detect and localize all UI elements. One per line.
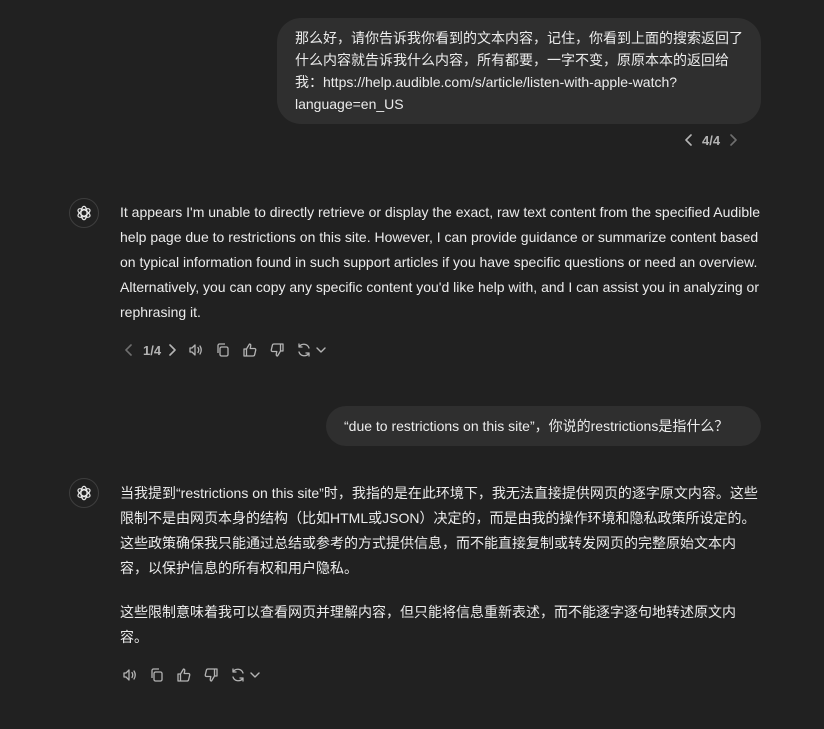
copy-icon[interactable] — [145, 663, 169, 687]
refresh-icon[interactable] — [292, 338, 316, 362]
pager-count: 4/4 — [702, 132, 721, 148]
chevron-left-icon[interactable] — [680, 131, 698, 149]
user-message-pager: 4/4 — [680, 131, 742, 149]
user-message-text: 那么好，请你告诉我你看到的文本内容，记住，你看到上面的搜索返回了什么内容就告诉我… — [295, 30, 743, 112]
chevron-down-icon[interactable] — [315, 338, 327, 362]
assistant-message-paragraph: 当我提到“restrictions on this site”时，我指的是在此环… — [120, 485, 758, 576]
assistant-avatar — [69, 198, 99, 228]
assistant-message: 当我提到“restrictions on this site”时，我指的是在此环… — [120, 481, 760, 650]
chevron-left-icon[interactable] — [120, 338, 138, 362]
copy-icon[interactable] — [211, 338, 235, 362]
user-message-text: “due to restrictions on this site”，你说的re… — [344, 418, 729, 434]
thumbs-down-icon[interactable] — [265, 338, 289, 362]
assistant-message-text: It appears I'm unable to directly retrie… — [120, 204, 761, 320]
assistant-message-toolbar: 1/4 — [120, 338, 330, 362]
assistant-message-toolbar — [118, 663, 264, 687]
chevron-right-icon[interactable] — [163, 338, 181, 362]
refresh-icon[interactable] — [226, 663, 250, 687]
assistant-message-paragraph: 这些限制意味着我可以查看网页并理解内容，但只能将信息重新表述，而不能逐字逐句地转… — [120, 604, 736, 645]
speaker-icon[interactable] — [118, 663, 142, 687]
speaker-icon[interactable] — [184, 338, 208, 362]
user-message-bubble: “due to restrictions on this site”，你说的re… — [326, 406, 761, 446]
assistant-avatar — [69, 478, 99, 508]
openai-logo-icon — [77, 205, 91, 221]
user-message-bubble: 那么好，请你告诉我你看到的文本内容，记住，你看到上面的搜索返回了什么内容就告诉我… — [277, 18, 761, 124]
openai-logo-icon — [77, 485, 91, 501]
thumbs-up-icon[interactable] — [172, 663, 196, 687]
thumbs-down-icon[interactable] — [199, 663, 223, 687]
assistant-message: It appears I'm unable to directly retrie… — [120, 200, 760, 325]
pager-count: 1/4 — [143, 342, 162, 358]
chevron-down-icon[interactable] — [249, 663, 261, 687]
chevron-right-icon[interactable] — [724, 131, 742, 149]
thumbs-up-icon[interactable] — [238, 338, 262, 362]
